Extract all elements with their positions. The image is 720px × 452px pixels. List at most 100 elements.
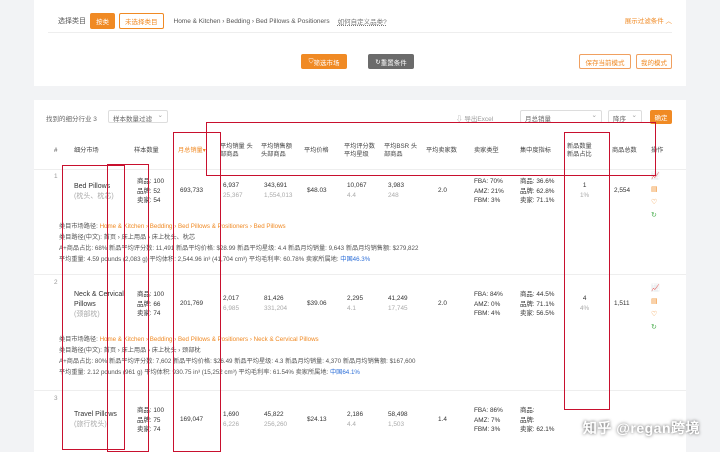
toggle-filter-link[interactable]: 展示过滤条件 ︿ — [625, 15, 672, 25]
th-market: 细分市场 — [74, 147, 99, 155]
sample-products: 商品: 100 — [137, 291, 164, 298]
sample-filter-select[interactable]: 样本数量过滤 — [108, 110, 168, 123]
th-ops: 操作 — [651, 147, 664, 155]
sample-brands: 品牌: 66 — [137, 300, 161, 308]
fbm-share: FBM: 3% — [474, 197, 501, 205]
product-concentration: 商品: — [520, 407, 535, 414]
new-products-cell: 4 4% — [580, 294, 589, 313]
new-count: 4 — [582, 295, 587, 302]
confirm-button[interactable]: 确定 — [650, 110, 672, 124]
fbm-share: FBM: 4% — [474, 310, 501, 318]
avg-sellers: 2.0 — [438, 187, 447, 194]
table-row: 2 Neck & Cervical Pillows (颈部枕) 商品: 100 … — [34, 278, 686, 393]
category-path-cn: 类目路径(中文): 首页 › 床上用品 › 床上枕头 › 颈部枕 — [59, 346, 201, 354]
th-avg-price[interactable]: 平均价格 — [304, 132, 336, 170]
monthly-sales: 201,769 — [180, 300, 204, 307]
fba-share: FBA: 84% — [474, 291, 503, 298]
avg-bsr-cell: 41,249 17,745 — [388, 294, 408, 313]
amz-share: AMZ: 21% — [474, 187, 504, 195]
market-name-cn: (旅行枕头) — [74, 420, 107, 428]
avg-ratings-cell: 2,295 4.1 — [347, 294, 363, 313]
seller-concentration: 卖家: 62.1% — [520, 426, 555, 434]
seller-origin-link[interactable]: 中国46.3% — [340, 256, 370, 263]
avg-revenue-head: 331,204 — [264, 304, 288, 312]
th-avg-revenue[interactable]: 平均销售额 头部商品 — [261, 132, 299, 170]
sort-order-select[interactable]: 降序 — [608, 110, 642, 123]
row-detail: 类目市场路径: Home & Kitchen › Bedding › Bed P… — [59, 335, 415, 378]
th-avg-sales[interactable]: 平均销量 头部商品 — [220, 132, 256, 170]
market-name[interactable]: Bed Pillows (枕头、枕芯) — [74, 182, 129, 202]
th-avg-bsr[interactable]: 平均BSR 头部商品 — [384, 132, 418, 170]
heart-icon[interactable]: ♡ — [651, 310, 660, 318]
concentration-cell: 商品: 品牌: 卖家: 62.1% — [520, 406, 554, 435]
avg-sales: 6,937 — [223, 182, 239, 189]
total-products: 1,511 — [614, 300, 630, 307]
th-monthly-sales[interactable]: 月总销量 ▾ — [178, 132, 206, 170]
reset-button[interactable]: ↻ 重置条件 — [368, 54, 414, 69]
samples-cell: 商品: 100 品牌: 52 卖家: 54 — [137, 177, 164, 206]
avg-ratings: 2,186 — [347, 411, 363, 418]
new-count: 1 — [582, 182, 587, 189]
pill-no-category[interactable]: 未选择类目 — [119, 13, 164, 29]
samples-cell: 商品: 100 品牌: 66 卖家: 74 — [137, 290, 164, 319]
refresh-icon[interactable]: ↻ — [651, 211, 660, 219]
results-count: 找到的细分行业 3 — [46, 116, 97, 123]
sort-desc-icon: ▾ — [202, 147, 206, 155]
seller-type-cell: FBA: 86% AMZ: 7% FBM: 3% — [474, 406, 503, 435]
th-new-products[interactable]: 新品数量 新品占比 — [567, 132, 599, 170]
refresh-icon[interactable]: ↻ — [651, 323, 660, 331]
results-panel: 找到的细分行业 3 样本数量过滤 ⇩ 导出Excel 月总销量 降序 确定 # … — [34, 100, 686, 452]
avg-revenue: 343,691 — [264, 182, 288, 189]
filter-panel: 选择类目 按类 未选择类目 Home & Kitchen › Bedding ›… — [34, 0, 686, 86]
fbm-share: FBM: 3% — [474, 426, 501, 434]
save-mode-button[interactable]: 保存当前模式 — [579, 54, 631, 69]
new-products-cell: 1 1% — [580, 181, 589, 200]
avg-sellers: 1.4 — [438, 416, 447, 423]
avg-revenue-head: 256,260 — [264, 420, 288, 428]
sample-products: 商品: 100 — [137, 407, 164, 414]
monthly-sales: 169,047 — [180, 416, 204, 423]
pill-by-category[interactable]: 按类 — [90, 13, 115, 29]
heart-icon[interactable]: ♡ — [651, 198, 660, 206]
export-excel-button[interactable]: ⇩ 导出Excel — [456, 113, 493, 123]
category-label: 选择类目 — [58, 18, 86, 25]
category-path-link[interactable]: Home & Kitchen › Bedding › Bed Pillows &… — [100, 336, 319, 343]
concentration-cell: 商品: 36.6% 品牌: 62.8% 卖家: 71.1% — [520, 177, 554, 206]
category-path-link[interactable]: Home & Kitchen › Bedding › Bed Pillows &… — [100, 223, 286, 230]
market-name-cn: (枕头、枕芯) — [74, 192, 114, 200]
market-name-en: Neck & Cervical Pillows — [74, 291, 124, 308]
concentration-cell: 商品: 44.5% 品牌: 71.1% 卖家: 56.5% — [520, 290, 554, 319]
avg-revenue-head: 1,554,013 — [264, 191, 293, 199]
new-ratio: 4% — [580, 304, 590, 312]
chart-icon[interactable]: 📈 — [651, 284, 660, 292]
sample-brands: 品牌: 52 — [137, 187, 161, 195]
avg-bsr: 41,249 — [388, 295, 408, 302]
th-concentration: 集中度指标 — [520, 147, 551, 155]
seller-origin-link[interactable]: 中国64.1% — [330, 369, 360, 376]
th-avg-ratings[interactable]: 平均评分数 平均星级 — [344, 132, 380, 170]
total-products: 2,554 — [614, 187, 630, 194]
th-total-products[interactable]: 商品总数 — [612, 132, 644, 170]
market-name[interactable]: Neck & Cervical Pillows (颈部枕) — [74, 290, 129, 319]
avg-bsr: 58,498 — [388, 411, 408, 418]
seller-concentration: 卖家: 56.5% — [520, 310, 555, 318]
custom-category-help-link[interactable]: 如何自定义品类? — [338, 16, 387, 26]
document-icon[interactable]: ▤ — [651, 297, 660, 305]
row-index: 3 — [54, 395, 58, 402]
sort-field-select[interactable]: 月总销量 — [520, 110, 602, 123]
avg-bsr-cell: 58,498 1,503 — [388, 410, 408, 429]
chart-icon[interactable]: 📈 — [651, 172, 660, 180]
th-avg-sellers[interactable]: 平均卖家数 — [426, 132, 464, 170]
row-detail: 类目市场路径: Home & Kitchen › Bedding › Bed P… — [59, 222, 418, 265]
brand-concentration: 品牌: — [520, 416, 535, 424]
my-mode-button[interactable]: 我的模式 — [636, 54, 672, 69]
new-product-stats: A+商品占比: 80% 新品平均评分数: 7,602 新品平均价格: $26.4… — [59, 357, 416, 365]
path-label: 类目市场路径: — [59, 336, 100, 343]
weight-volume-stats: 平均重量: 4.59 pounds (2,083 g) 平均体积: 2,544.… — [59, 255, 341, 263]
table-header: # 细分市场 样本数量 月总销量 ▾ 平均销量 头部商品 平均销售额 头部商品 … — [34, 132, 686, 170]
filter-market-button[interactable]: ⛉ 筛选市场 — [301, 54, 347, 69]
category-breadcrumb[interactable]: Home & Kitchen › Bedding › Bed Pillows &… — [174, 18, 330, 25]
market-name[interactable]: Travel Pillows (旅行枕头) — [74, 410, 129, 430]
document-icon[interactable]: ▤ — [651, 185, 660, 193]
avg-bsr-head: 1,503 — [388, 420, 404, 428]
